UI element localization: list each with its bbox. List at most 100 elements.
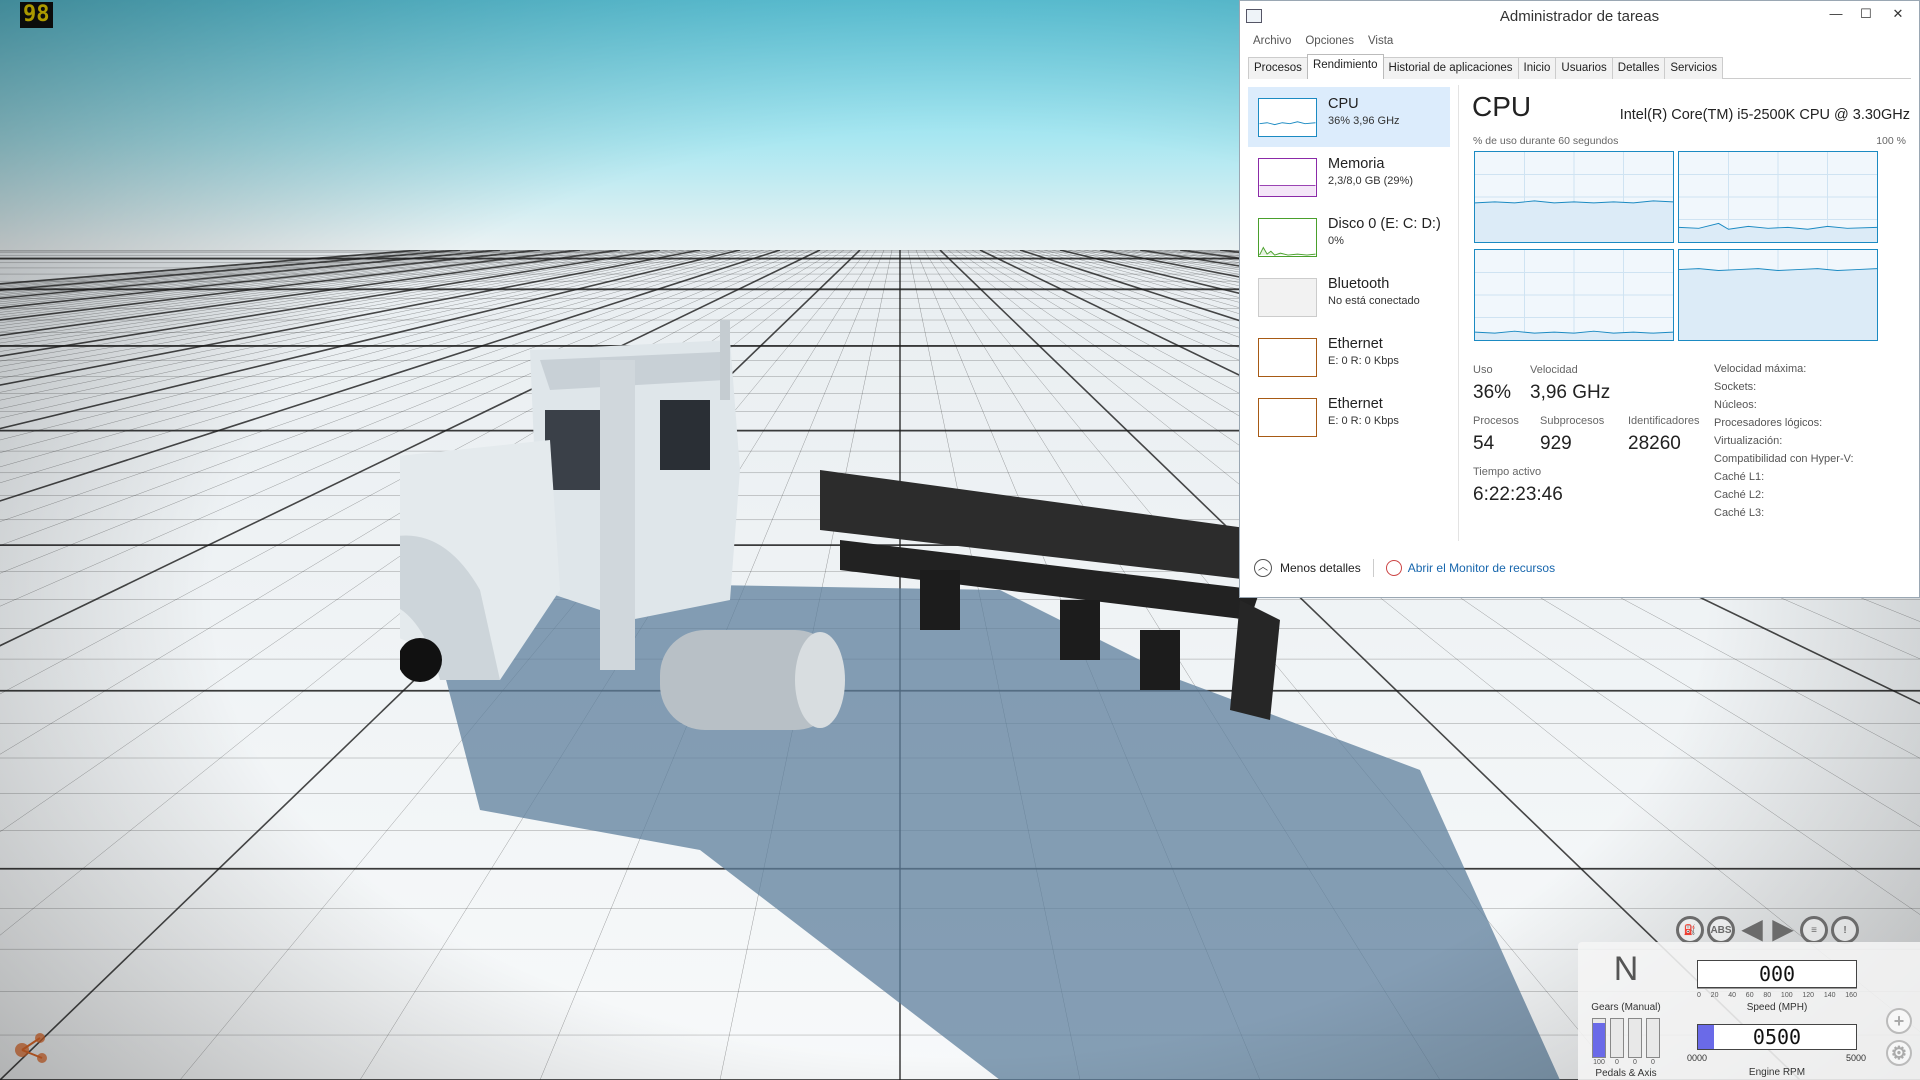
- warning-icon: !: [1831, 916, 1859, 944]
- minimize-button[interactable]: —: [1823, 4, 1849, 24]
- resource-value: E: 0 R: 0 Kbps: [1328, 415, 1399, 427]
- spec-label: Compatibilidad con Hyper-V:: [1714, 453, 1854, 465]
- settings-icon[interactable]: ⚙: [1886, 1040, 1912, 1066]
- zoom-in-icon[interactable]: +: [1886, 1008, 1912, 1034]
- speed-scale: 0 20 40 60 80 100 120 140 160: [1697, 988, 1857, 1002]
- rpm-value: 0500: [1752, 1025, 1802, 1049]
- abs-icon: ABS: [1707, 916, 1735, 944]
- graph-max-label: 100 %: [1876, 135, 1906, 147]
- tab-usuarios[interactable]: Usuarios: [1555, 57, 1613, 79]
- abs-label: ABS: [1710, 924, 1732, 936]
- pedal-bar: [1628, 1018, 1642, 1058]
- stat-label: Tiempo activo: [1473, 466, 1542, 478]
- bluetooth-thumbnail: [1258, 278, 1317, 317]
- resource-cpu[interactable]: CPU 36% 3,96 GHz: [1248, 87, 1450, 147]
- stat-identificadores: 28260: [1628, 433, 1681, 454]
- less-details-button[interactable]: Menos detalles: [1280, 561, 1361, 575]
- stat-label: Subprocesos: [1540, 415, 1605, 427]
- footer: ︿ Menos detalles Abrir el Monitor de rec…: [1254, 557, 1555, 579]
- ethernet-thumbnail: [1258, 338, 1317, 377]
- cpu-detail-pane: CPU Intel(R) Core(TM) i5-2500K CPU @ 3.3…: [1470, 87, 1910, 537]
- menu-opciones[interactable]: Opciones: [1305, 31, 1354, 51]
- resource-name: Disco 0 (E: C: D:): [1328, 216, 1441, 232]
- pane-divider[interactable]: [1458, 85, 1459, 541]
- task-manager-window[interactable]: Administrador de tareas — ☐ ✕ Archivo Op…: [1239, 0, 1920, 598]
- resource-name: Ethernet: [1328, 396, 1383, 412]
- resource-name: Ethernet: [1328, 336, 1383, 352]
- resource-name: CPU: [1328, 96, 1359, 112]
- fuel-icon: ⛽: [1676, 916, 1704, 944]
- resource-ethernet[interactable]: Ethernet E: 0 R: 0 Kbps: [1248, 387, 1450, 447]
- pedal-bar: [1646, 1018, 1660, 1058]
- disk-thumbnail-graph: [1258, 218, 1317, 257]
- speed-tick: 160: [1845, 992, 1857, 999]
- speed-tick: 100: [1780, 992, 1793, 999]
- pedals-label: Pedals & Axis: [1595, 1068, 1657, 1079]
- maximize-button[interactable]: ☐: [1853, 4, 1879, 24]
- stat-procesos: 54: [1473, 433, 1495, 454]
- stat-uso: 36%: [1473, 382, 1512, 403]
- rpm-label: Engine RPM: [1748, 1067, 1806, 1078]
- resource-bluetooth[interactable]: Bluetooth No está conectado: [1248, 267, 1450, 327]
- resource-value: 0%: [1328, 235, 1344, 247]
- menu-vista[interactable]: Vista: [1368, 31, 1393, 51]
- resource-memoria[interactable]: Memoria 2,3/8,0 GB (29%): [1248, 147, 1450, 207]
- tab-inicio[interactable]: Inicio: [1517, 57, 1557, 79]
- tab-procesos[interactable]: Procesos: [1248, 57, 1308, 79]
- cpu-thumbnail-graph: [1258, 98, 1317, 137]
- pedal-value: 0: [1633, 1059, 1637, 1066]
- stat-velocidad: 3,96 GHz: [1530, 382, 1611, 403]
- pedal-value: 100: [1593, 1059, 1605, 1066]
- hud-side-buttons: + ⚙: [1886, 1008, 1916, 1072]
- close-button[interactable]: ✕: [1885, 4, 1911, 24]
- pedal-bar: [1610, 1018, 1624, 1058]
- stat-label: Procesos: [1473, 415, 1519, 427]
- tab-rendimiento[interactable]: Rendimiento: [1306, 54, 1384, 79]
- core-graph: [1678, 249, 1878, 341]
- speed-tick: 40: [1728, 992, 1737, 999]
- spec-label: Virtualización:: [1714, 435, 1783, 447]
- tab-servicios[interactable]: Servicios: [1664, 57, 1723, 79]
- detail-title: CPU: [1472, 91, 1532, 122]
- resource-disco[interactable]: Disco 0 (E: C: D:) 0%: [1248, 207, 1450, 267]
- speed-tick: 0: [1697, 992, 1701, 999]
- resource-value: No está conectado: [1328, 295, 1420, 307]
- spec-label: Caché L2:: [1714, 489, 1765, 501]
- stat-label: Identificadores: [1628, 415, 1700, 427]
- memory-thumbnail-graph: [1258, 158, 1317, 197]
- spec-label: Sockets:: [1714, 381, 1757, 393]
- speed-label: Speed (MPH): [1746, 1002, 1808, 1013]
- rpm-max: 5000: [1846, 1053, 1867, 1063]
- pedals-gauge: [1592, 1018, 1660, 1058]
- core-graph: [1474, 249, 1674, 341]
- menu-archivo[interactable]: Archivo: [1253, 31, 1291, 51]
- left-turn-icon: ◀: [1741, 913, 1763, 944]
- ethernet-thumbnail: [1258, 398, 1317, 437]
- spec-label: Caché L1:: [1714, 471, 1765, 483]
- core-graphs: [1474, 151, 1886, 345]
- open-resource-monitor-link[interactable]: Abrir el Monitor de recursos: [1408, 561, 1555, 575]
- pedal-values: 100 0 0 0: [1592, 1059, 1660, 1066]
- chevron-up-icon[interactable]: ︿: [1254, 559, 1272, 577]
- stat-label: Uso: [1473, 364, 1493, 376]
- pedal-value: 0: [1651, 1059, 1655, 1066]
- speed-tick: 80: [1763, 992, 1772, 999]
- right-turn-icon: ▶: [1772, 913, 1794, 944]
- pedal-value: 0: [1615, 1059, 1619, 1066]
- stat-label: Velocidad: [1530, 364, 1578, 376]
- resource-monitor-icon[interactable]: [1385, 560, 1402, 576]
- tab-detalles[interactable]: Detalles: [1611, 57, 1666, 79]
- title-bar[interactable]: Administrador de tareas — ☐ ✕: [1240, 1, 1919, 31]
- speed-readout: 000: [1697, 960, 1857, 988]
- resource-ethernet[interactable]: Ethernet E: 0 R: 0 Kbps: [1248, 327, 1450, 387]
- resource-list: CPU 36% 3,96 GHz Memoria 2,3/8,0 GB (29%…: [1248, 87, 1450, 539]
- beamng-logo-icon: [15, 1033, 47, 1063]
- window-title: Administrador de tareas: [1499, 8, 1660, 25]
- gear-indicator: N: [1613, 950, 1639, 988]
- resource-value: E: 0 R: 0 Kbps: [1328, 355, 1399, 367]
- resource-name: Memoria: [1328, 156, 1385, 172]
- footer-separator: [1372, 559, 1374, 577]
- speed-tick: 120: [1802, 992, 1815, 999]
- tab-historial[interactable]: Historial de aplicaciones: [1382, 57, 1519, 79]
- resource-name: Bluetooth: [1328, 276, 1390, 292]
